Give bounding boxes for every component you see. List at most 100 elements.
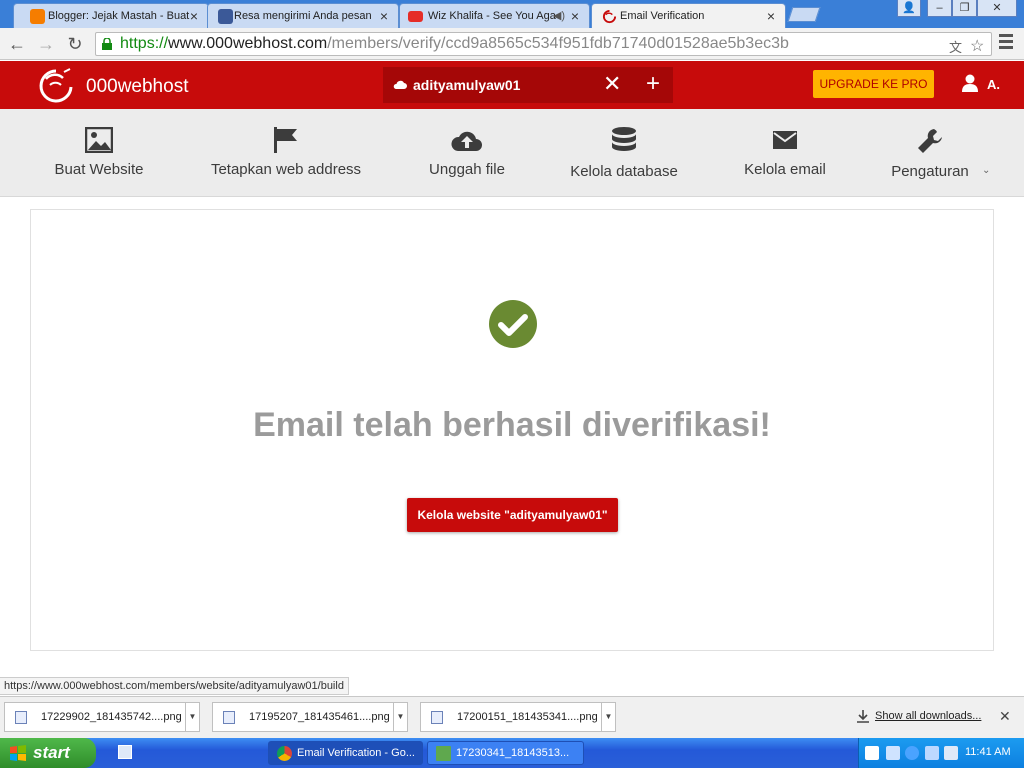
verification-card: Email telah berhasil diverifikasi! Kelol… [30,209,994,651]
monitor-icon[interactable] [944,746,958,760]
image-icon [85,127,113,153]
bookmark-star-icon[interactable]: ☆ [970,36,984,56]
facebook-icon [218,9,233,24]
chrome-icon [277,746,292,761]
reload-icon[interactable]: ↻ [64,33,86,55]
chevron-down-icon[interactable]: ▼ [185,703,199,731]
chevron-down-icon[interactable]: ⌄ [982,165,990,176]
nav-pengaturan[interactable]: Pengaturan [888,127,972,180]
nav-label: Kelola database [570,163,678,180]
flag-icon [274,127,297,153]
start-button[interactable]: start [0,738,96,768]
address-bar[interactable]: https://www.000webhost.com/members/verif… [95,32,992,56]
000webhost-logo-icon[interactable] [36,67,76,103]
speaker-icon: ◀) [552,10,565,22]
user-icon[interactable] [962,74,978,92]
upgrade-pro-button[interactable]: UPGRADE KE PRO [813,70,934,98]
taskbar-item-chrome[interactable]: Email Verification - Go... [268,741,423,765]
tab-email-verification[interactable]: Email Verification × [591,3,786,28]
nav-label: Buat Website [54,161,144,178]
quick-launch [110,742,265,764]
nav-kelola-email[interactable]: Kelola email [741,127,829,178]
forward-icon[interactable]: → [35,33,57,55]
download-filename: 17195207_181435461....png [249,711,390,723]
url-scheme: https:// [120,35,169,52]
tab-facebook[interactable]: Resa mengirimi Anda pesan × [207,3,399,28]
cloud-upload-icon [451,131,482,151]
url-text: https://www.000webhost.com/members/verif… [120,35,789,53]
new-tab-button[interactable] [787,7,821,22]
download-filename: 17200151_181435341....png [457,711,598,723]
minimize-icon[interactable]: – [927,0,952,17]
download-icon [857,710,869,723]
current-site-name: adityamulyaw01 [413,77,521,93]
nav-label: Kelola email [744,161,826,178]
youtube-icon [408,11,423,22]
translate-icon[interactable]: 文 [949,37,962,56]
nav-label: Tetapkan web address [210,161,362,178]
profile-icon[interactable]: 👤 [897,0,921,17]
tab-close-icon[interactable]: × [380,8,388,24]
chevron-down-icon[interactable]: ▼ [601,703,615,731]
network-icon[interactable] [886,746,900,760]
tab-title: Blogger: Jejak Mastah - Buat [48,10,190,22]
download-item[interactable]: 17200151_181435341....png ▼ [420,702,616,732]
download-shelf: 17229902_181435742....png ▼ 17195207_181… [0,696,1024,738]
taskbar: start Email Verification - Go... 1723034… [0,738,1024,768]
site-header: 000webhost adityamulyaw01 ✕ + UPGRADE KE… [0,61,1024,109]
tab-blogger[interactable]: Blogger: Jejak Mastah - Buat × [13,3,209,28]
tab-title: Email Verification [620,10,705,22]
windows-logo-icon [10,745,26,761]
success-headline: Email telah berhasil diverifikasi! [253,406,771,444]
close-site-icon[interactable]: ✕ [603,71,621,97]
tab-close-icon[interactable]: × [767,8,775,24]
000webhost-icon [602,9,617,24]
tab-youtube[interactable]: Wiz Khalifa - See You Aga ◀) × [399,3,590,28]
add-site-button[interactable]: + [633,67,673,103]
chevron-down-icon[interactable]: ▼ [393,703,407,731]
taskbar-item-image[interactable]: 17230341_18143513... [427,741,584,765]
nav-unggah-file[interactable]: Unggah file [425,127,509,178]
tab-close-icon[interactable]: × [190,8,198,24]
start-label: start [33,743,70,762]
download-filename: 17229902_181435742....png [41,711,182,723]
window-close-icon[interactable]: ✕ [977,0,1017,17]
nav-buat-website[interactable]: Buat Website [52,127,146,178]
image-file-icon [223,711,235,724]
browser-tab-strip: Blogger: Jejak Mastah - Buat × Resa meng… [0,0,1024,28]
close-shelf-icon[interactable]: ✕ [999,708,1011,725]
image-viewer-icon [436,746,451,761]
user-name[interactable]: A. [987,77,1000,92]
current-site-selector[interactable]: adityamulyaw01 ✕ [383,67,633,103]
lock-icon [102,38,112,50]
taskbar-item-label: Email Verification - Go... [297,747,415,759]
show-all-downloads-link[interactable]: Show all downloads... [875,710,981,722]
clock: 11:41 AM [965,746,1011,758]
download-item[interactable]: 17229902_181435742....png ▼ [4,702,200,732]
nav-tetapkan-web-address[interactable]: Tetapkan web address [205,127,367,178]
system-tray: 11:41 AM [858,738,1024,768]
back-icon[interactable]: ← [6,33,28,55]
download-item[interactable]: 17195207_181435461....png ▼ [212,702,408,732]
wrench-icon [918,129,942,153]
restore-icon[interactable]: ❐ [952,0,977,17]
chrome-menu-icon[interactable] [999,34,1013,52]
logo-text[interactable]: 000webhost [86,76,188,98]
site-nav: Buat Website Tetapkan web address Unggah… [0,109,1024,197]
image-file-icon [431,711,443,724]
cloud-icon [393,80,407,89]
tab-close-icon[interactable]: × [571,8,579,24]
check-circle-icon [489,300,537,348]
database-icon [612,127,636,151]
image-file-icon [15,711,27,724]
nav-kelola-database[interactable]: Kelola database [566,127,682,180]
show-desktop-icon[interactable] [118,745,132,759]
manage-website-button[interactable]: Kelola website "adityamulyaw01" [407,498,618,532]
chevron-left-icon[interactable] [905,746,919,760]
blogger-icon [30,9,45,24]
envelope-icon [773,131,797,149]
taskbar-item-label: 17230341_18143513... [456,747,570,759]
network-status-icon[interactable] [925,746,939,760]
help-icon[interactable] [865,746,879,760]
status-url: https://www.000webhost.com/members/websi… [0,677,349,695]
